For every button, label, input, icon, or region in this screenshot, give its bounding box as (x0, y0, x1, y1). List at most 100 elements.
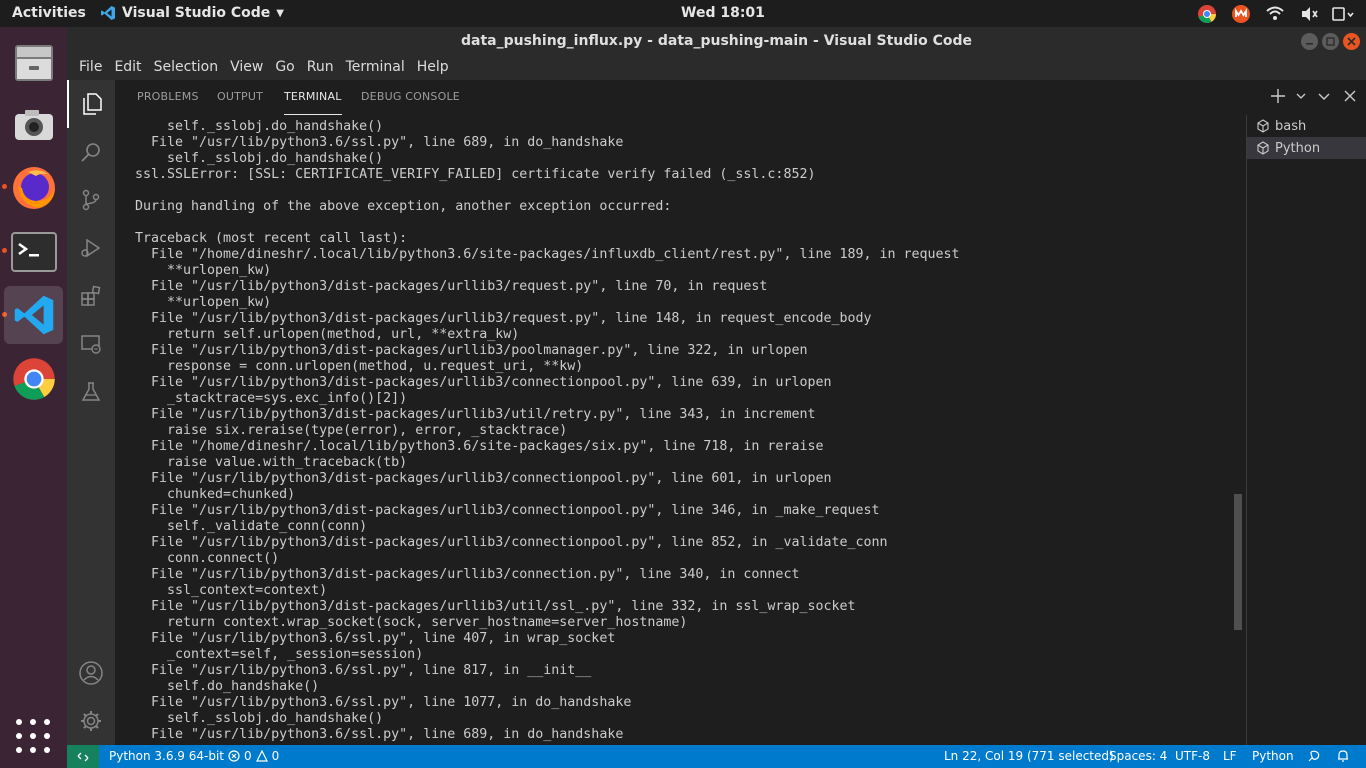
tab-problems[interactable]: PROBLEMS (137, 90, 199, 103)
chrome-icon (12, 358, 55, 400)
menu-selection[interactable]: Selection (148, 56, 225, 80)
activities-button[interactable]: Activities (12, 5, 86, 21)
manage-button[interactable] (67, 697, 115, 745)
power-menu-icon[interactable] (1332, 3, 1354, 25)
dock-terminal[interactable] (4, 223, 63, 281)
dock-firefox[interactable] (4, 159, 63, 217)
terminal-list: bash Python (1247, 115, 1366, 159)
tab-debug-console[interactable]: DEBUG CONSOLE (361, 90, 460, 103)
terminal-item-label: Python (1275, 140, 1321, 156)
run-debug-button[interactable] (67, 224, 115, 272)
firefox-icon (12, 167, 55, 209)
vscode-icon (14, 295, 53, 335)
terminal-item-bash[interactable]: bash (1247, 115, 1366, 137)
menu-edit[interactable]: Edit (108, 56, 147, 80)
menu-bar: File Edit Selection View Go Run Terminal… (67, 56, 1366, 80)
dock-chrome[interactable] (4, 350, 63, 408)
terminal-line: File "/usr/lib/python3.6/ssl.py", line 1… (135, 695, 632, 710)
indentation[interactable]: Spaces: 4 (1109, 749, 1167, 763)
panel: PROBLEMS OUTPUT TERMINAL DEBUG CONSOLE s… (115, 80, 1366, 745)
terminal-scrollbar[interactable] (1234, 494, 1242, 630)
camera-icon (14, 110, 53, 140)
terminal-item-python[interactable]: Python (1247, 137, 1366, 159)
maximize-button[interactable] (1322, 33, 1339, 50)
terminal-line: File "/usr/lib/python3/dist-packages/url… (135, 599, 856, 614)
terminal-line: File "/home/dineshr/.local/lib/python3.6… (135, 247, 960, 262)
tab-output[interactable]: OUTPUT (217, 90, 263, 103)
terminal-line: response = conn.urlopen(method, u.reques… (135, 359, 584, 374)
menu-run[interactable]: Run (301, 56, 340, 80)
terminal-line: raise value.with_traceback(tb) (135, 455, 408, 470)
remote-indicator[interactable] (67, 745, 99, 768)
close-icon (1347, 37, 1356, 46)
cursor-position[interactable]: Ln 22, Col 19 (771 selected) (944, 749, 1114, 763)
menu-go[interactable]: Go (269, 56, 300, 80)
interpreter-label: Python 3.6.9 64-bit (109, 749, 225, 763)
terminal-line: Traceback (most recent call last): (135, 231, 408, 246)
python-interpreter[interactable]: Python 3.6.9 64-bit (109, 749, 224, 763)
source-control-button[interactable] (67, 176, 115, 224)
explorer-button[interactable] (67, 80, 115, 128)
end-of-line[interactable]: LF (1223, 749, 1237, 763)
terminal-line: File "/usr/lib/python3/dist-packages/url… (135, 407, 816, 422)
dock-camera[interactable] (4, 96, 63, 154)
terminal-line: chunked=chunked) (135, 487, 296, 502)
feedback-button[interactable] (1307, 749, 1321, 763)
account-icon (79, 661, 103, 685)
problems-indicator[interactable]: 0 0 (228, 749, 279, 763)
warning-icon (255, 750, 268, 762)
terminal-line: File "/usr/lib/python3/dist-packages/url… (135, 343, 808, 358)
maximize-panel-icon[interactable] (1316, 88, 1332, 104)
terminal-line: return context.wrap_socket(sock, server_… (135, 615, 688, 630)
minimize-button[interactable] (1301, 33, 1318, 50)
search-button[interactable] (67, 128, 115, 176)
language-mode[interactable]: Python (1252, 749, 1294, 763)
tab-terminal[interactable]: TERMINAL (284, 90, 342, 115)
dock (0, 27, 67, 768)
terminal-line: File "/usr/lib/python3.6/ssl.py", line 8… (135, 663, 592, 678)
volume-icon[interactable] (1298, 3, 1320, 25)
encoding[interactable]: UTF-8 (1175, 749, 1210, 763)
remote-explorer-button[interactable] (67, 320, 115, 368)
window-title-bar[interactable]: data_pushing_influx.py - data_pushing-ma… (67, 27, 1366, 56)
close-window-button[interactable] (1343, 33, 1360, 50)
menu-help[interactable]: Help (411, 56, 455, 80)
maximize-icon (1326, 37, 1335, 46)
menu-file[interactable]: File (73, 56, 108, 80)
app-menu[interactable]: Visual Studio Code ▼ (100, 5, 284, 21)
terminal-line: File "/usr/lib/python3/dist-packages/url… (135, 311, 872, 326)
clock[interactable]: Wed 18:01 (681, 5, 765, 21)
files-icon (83, 93, 102, 115)
terminal-line: conn.connect() (135, 551, 280, 566)
app-indicator-icon[interactable] (1230, 3, 1252, 25)
panel-header: PROBLEMS OUTPUT TERMINAL DEBUG CONSOLE (115, 80, 1366, 115)
wifi-icon[interactable] (1264, 3, 1286, 25)
remote-icon (77, 752, 89, 761)
testing-button[interactable] (67, 368, 115, 416)
notifications-button[interactable] (1336, 749, 1350, 763)
dock-files[interactable] (4, 33, 63, 91)
warning-count: 0 (271, 749, 280, 763)
terminal-line: **urlopen_kw) (135, 295, 272, 310)
close-panel-icon[interactable] (1342, 88, 1358, 104)
terminal-line: self._sslobj.do_handshake() (135, 711, 384, 726)
terminal-line: self._sslobj.do_handshake() (135, 119, 384, 134)
new-terminal-icon[interactable] (1270, 88, 1286, 104)
menu-terminal[interactable]: Terminal (340, 56, 411, 80)
menu-view[interactable]: View (224, 56, 269, 80)
grid-icon (16, 719, 50, 753)
extensions-button[interactable] (67, 272, 115, 320)
dock-vscode[interactable] (4, 286, 63, 344)
accounts-button[interactable] (67, 649, 115, 697)
window-title: data_pushing_influx.py - data_pushing-ma… (461, 33, 972, 49)
show-applications-button[interactable] (14, 717, 52, 755)
minimize-icon (1306, 43, 1313, 45)
terminal-output[interactable]: self._sslobj.do_handshake() File "/usr/l… (135, 119, 1235, 745)
chevron-down-icon[interactable] (1296, 88, 1306, 104)
chrome-tray-icon[interactable] (1196, 3, 1218, 25)
terminal-line: File "/usr/lib/python3/dist-packages/url… (135, 279, 768, 294)
terminal-icon (10, 232, 57, 272)
terminal-list-divider (1246, 115, 1247, 745)
extensions-icon (81, 285, 101, 306)
